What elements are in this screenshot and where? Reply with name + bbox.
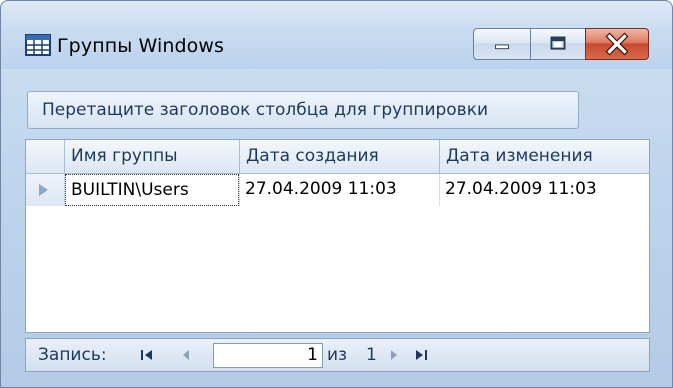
triangle-right-icon [39, 184, 48, 196]
title-bar[interactable]: Группы Windows [1, 1, 672, 69]
next-record-icon[interactable] [386, 347, 402, 363]
column-header-group-name[interactable]: Имя группы [64, 140, 239, 173]
group-panel[interactable]: Перетащите заголовок столбца для группир… [25, 91, 650, 131]
cell-modified[interactable]: 27.04.2009 11:03 [440, 174, 650, 206]
minimize-icon [494, 44, 510, 50]
record-total: 1 [366, 345, 377, 365]
first-record-icon[interactable] [139, 347, 155, 363]
column-header-created[interactable]: Дата создания [239, 140, 439, 173]
maximize-icon [550, 36, 566, 50]
cell-group-name[interactable]: BUILTIN\Users [65, 174, 239, 206]
close-button[interactable] [585, 28, 649, 60]
last-record-icon[interactable] [413, 347, 429, 363]
row-selector[interactable] [26, 174, 65, 206]
cell-created[interactable]: 27.04.2009 11:03 [240, 174, 439, 206]
prev-record-icon[interactable] [178, 347, 194, 363]
of-label: из [327, 345, 348, 365]
window: Группы Windows Перетащите заголовок стол… [0, 0, 673, 388]
record-navigator: Запись: 1 из 1 [25, 338, 650, 372]
window-title: Группы Windows [57, 35, 224, 57]
record-number-input[interactable]: 1 [213, 343, 323, 368]
minimize-button[interactable] [473, 28, 531, 60]
grid-header: Имя группы Дата создания Дата изменения [26, 140, 649, 174]
table-row[interactable]: BUILTIN\Users 27.04.2009 11:03 27.04.200… [26, 174, 649, 206]
header-corner [26, 140, 64, 173]
data-grid[interactable]: Имя группы Дата создания Дата изменения … [25, 139, 650, 333]
close-icon [605, 32, 629, 56]
record-label: Запись: [38, 345, 107, 365]
maximize-button[interactable] [530, 28, 586, 60]
table-icon [25, 33, 51, 57]
column-header-modified[interactable]: Дата изменения [439, 140, 651, 173]
group-hint: Перетащите заголовок столбца для группир… [27, 91, 579, 129]
